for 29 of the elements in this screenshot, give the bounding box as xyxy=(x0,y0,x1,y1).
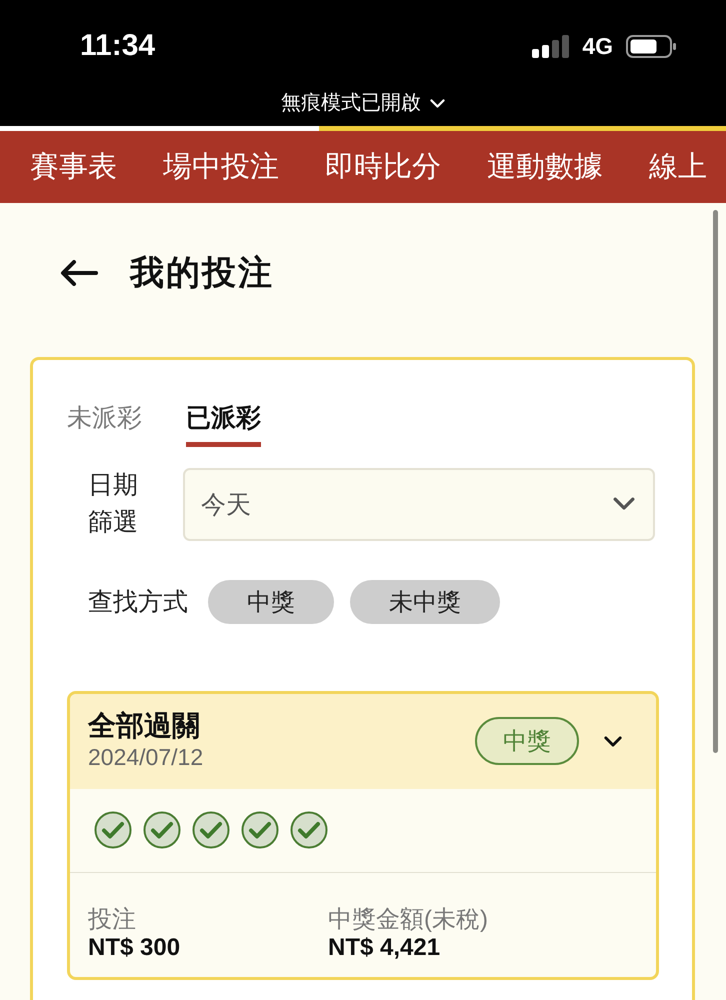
nav-link[interactable]: 運動數據 xyxy=(487,146,603,188)
search-method-label: 查找方式 xyxy=(88,587,188,617)
network-label: 4G xyxy=(582,33,613,59)
stake-value: NT$ 300 xyxy=(88,934,182,962)
filter-chip[interactable]: 中獎 xyxy=(208,580,334,624)
bet-date: 2024/07/12 xyxy=(88,743,204,772)
status-badge: 中獎 xyxy=(475,717,579,765)
nav-link[interactable]: 賽事表 xyxy=(30,146,117,188)
chevron-down-icon xyxy=(613,497,635,511)
back-arrow-icon[interactable] xyxy=(60,260,98,286)
date-select[interactable]: 今天 xyxy=(183,468,655,540)
bet-title: 全部過關 xyxy=(88,710,201,742)
chevron-down-icon xyxy=(430,98,445,108)
filter-chip[interactable]: 未中獎 xyxy=(350,580,500,624)
tab[interactable]: 已派彩 xyxy=(186,404,261,447)
payout-label: 中獎金額(未稅) xyxy=(328,906,489,934)
tab[interactable]: 未派彩 xyxy=(67,404,142,447)
nav-link[interactable]: 線上 xyxy=(649,146,707,188)
payout-value: NT$ 4,421 xyxy=(328,934,442,962)
signal-icon xyxy=(532,34,570,58)
battery-icon xyxy=(626,34,676,58)
nav-link[interactable]: 場中投注 xyxy=(163,146,279,188)
clock-time: 11:34 xyxy=(80,29,156,63)
date-filter-label: 日期篩選 xyxy=(88,470,139,538)
chevron-down-icon[interactable] xyxy=(604,736,622,746)
incognito-banner[interactable]: 無痕模式已開啟 xyxy=(281,88,445,118)
stake-label: 投注 xyxy=(88,906,137,934)
page-title: 我的投注 xyxy=(130,253,274,293)
nav-link[interactable]: 即時比分 xyxy=(325,146,441,188)
